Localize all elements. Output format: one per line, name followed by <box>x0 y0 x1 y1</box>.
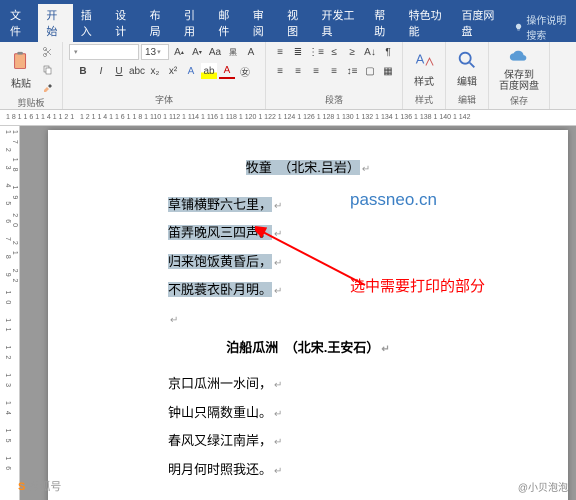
phonetic-button[interactable]: 黑 <box>225 44 241 60</box>
superscript-button[interactable]: x² <box>165 63 181 79</box>
tab-dev[interactable]: 开发工具 <box>314 4 367 42</box>
annotation-url: passneo.cn <box>350 190 437 210</box>
font-size-select[interactable]: 13▾ <box>141 44 169 60</box>
poem1-title[interactable]: 牧童 （北宋.吕岩）↵ <box>148 154 468 183</box>
poem1-line2[interactable]: 笛弄晚风三四声。↵ <box>168 219 468 248</box>
bullets-button[interactable]: ≡ <box>272 44 288 60</box>
tab-review[interactable]: 审阅 <box>245 4 279 42</box>
font-label: 字体 <box>155 93 173 107</box>
group-font: ▾ 13▾ A▴ A▾ Aa 黑 A B I U abc x₂ x² A ab … <box>63 42 266 109</box>
indent-dec-button[interactable]: ≤ <box>326 44 342 60</box>
baidu-group-label: 保存 <box>510 94 528 108</box>
search-placeholder: 操作说明搜索 <box>526 12 576 42</box>
shrink-font-button[interactable]: A▾ <box>189 44 205 60</box>
baidu-save-button[interactable]: 保存到 百度网盘 <box>495 44 543 94</box>
poem2-line1[interactable]: 京口瓜洲一水间，↵ <box>168 370 468 399</box>
enclose-button[interactable]: ㊛ <box>237 63 253 79</box>
clipboard-label: 剪贴板 <box>17 96 44 110</box>
tab-file[interactable]: 文件 <box>0 4 38 42</box>
indent-inc-button[interactable]: ≥ <box>344 44 360 60</box>
poem2-line4[interactable]: 明月何时照我还。↵ <box>168 456 468 485</box>
clear-format-button[interactable]: A <box>243 44 259 60</box>
cloud-icon <box>508 46 530 68</box>
format-painter-button[interactable] <box>40 80 56 96</box>
group-baidu: 保存到 百度网盘 保存 <box>489 42 550 109</box>
styles-group-label: 样式 <box>415 93 433 107</box>
tell-me-search[interactable]: 操作说明搜索 <box>514 12 576 42</box>
workspace: 1 2 3 4 5 6 7 8 9 10 11 12 13 14 15 16 1… <box>0 126 576 500</box>
tab-special[interactable]: 特色功能 <box>401 4 454 42</box>
brush-icon <box>42 82 54 94</box>
editing-button[interactable]: 编辑 <box>452 47 482 90</box>
poem2-title[interactable]: 泊船瓜洲 （北宋.王安石）↵ <box>148 334 468 363</box>
align-left-button[interactable]: ≡ <box>272 63 288 79</box>
blank-line[interactable]: ↵ <box>168 305 468 334</box>
poem1-line3[interactable]: 归来饱饭黄昏后，↵ <box>168 248 468 277</box>
page-area[interactable]: 牧童 （北宋.吕岩）↵ 草铺横野六七里，↵ 笛弄晚风三四声。↵ 归来饱饭黄昏后，… <box>20 126 576 500</box>
poem2-line3[interactable]: 春风又绿江南岸，↵ <box>168 427 468 456</box>
borders-button[interactable]: ▦ <box>380 63 396 79</box>
tab-baidu[interactable]: 百度网盘 <box>453 4 506 42</box>
styles-button[interactable]: A 样式 <box>409 47 439 90</box>
paste-button[interactable]: 粘贴 <box>6 49 36 92</box>
font-family-select[interactable]: ▾ <box>69 44 139 60</box>
marks-button[interactable]: ¶ <box>380 44 396 60</box>
tab-insert[interactable]: 插入 <box>73 4 107 42</box>
horizontal-ruler[interactable]: 1 8 1 1 6 1 1 4 1 1 2 1 1 2 1 1 4 1 1 6 … <box>0 110 576 126</box>
author-watermark: @小贝泡泡 <box>518 479 568 494</box>
tab-layout[interactable]: 布局 <box>142 4 176 42</box>
paste-icon <box>10 51 32 73</box>
cut-button[interactable] <box>40 44 56 60</box>
group-styles: A 样式 样式 <box>403 42 446 109</box>
numbering-button[interactable]: ≣ <box>290 44 306 60</box>
vertical-ruler[interactable]: 1 2 3 4 5 6 7 8 9 10 11 12 13 14 15 16 1… <box>0 126 20 500</box>
line-spacing-button[interactable]: ↕≡ <box>344 63 360 79</box>
poem2-line2[interactable]: 钟山只隔数重山。↵ <box>168 399 468 428</box>
styles-icon: A <box>413 49 435 71</box>
copy-button[interactable] <box>40 62 56 78</box>
ribbon-tabs: 文件 开始 插入 设计 布局 引用 邮件 审阅 视图 开发工具 帮助 特色功能 … <box>0 20 576 42</box>
font-color-button[interactable]: A <box>219 63 235 79</box>
italic-button[interactable]: I <box>93 63 109 79</box>
underline-button[interactable]: U <box>111 63 127 79</box>
font-size-value: 13 <box>145 47 156 58</box>
multilevel-button[interactable]: ⋮≡ <box>308 44 324 60</box>
group-clipboard: 粘贴 剪贴板 <box>0 42 63 109</box>
subscript-button[interactable]: x₂ <box>147 63 163 79</box>
sohu-watermark: S 搜狐号 <box>18 478 61 494</box>
lightbulb-icon <box>514 22 523 33</box>
group-editing: 编辑 编辑 <box>446 42 489 109</box>
text-effects-button[interactable]: A <box>183 63 199 79</box>
annotation-note: 选中需要打印的部分 <box>350 275 485 296</box>
tab-design[interactable]: 设计 <box>107 4 141 42</box>
editing-group-label: 编辑 <box>458 93 476 107</box>
sort-button[interactable]: A↓ <box>362 44 378 60</box>
find-icon <box>456 49 478 71</box>
change-case-button[interactable]: Aa <box>207 44 223 60</box>
shading-button[interactable]: ▢ <box>362 63 378 79</box>
styles-label: 样式 <box>414 73 434 88</box>
paste-label: 粘贴 <box>11 75 31 90</box>
justify-button[interactable]: ≡ <box>326 63 342 79</box>
highlight-button[interactable]: ab <box>201 63 217 79</box>
strike-button[interactable]: abc <box>129 63 145 79</box>
group-paragraph: ≡ ≣ ⋮≡ ≤ ≥ A↓ ¶ ≡ ≡ ≡ ≡ ↕≡ ▢ ▦ 段落 <box>266 42 403 109</box>
tab-help[interactable]: 帮助 <box>366 4 400 42</box>
tab-view[interactable]: 视图 <box>279 4 313 42</box>
editing-label: 编辑 <box>457 73 477 88</box>
paragraph-label: 段落 <box>325 93 343 107</box>
document-page[interactable]: 牧童 （北宋.吕岩）↵ 草铺横野六七里，↵ 笛弄晚风三四声。↵ 归来饱饭黄昏后，… <box>48 130 568 500</box>
ribbon: 粘贴 剪贴板 ▾ 13▾ A▴ A▾ Aa 黑 A B I <box>0 42 576 110</box>
baidu-save-label: 保存到 百度网盘 <box>499 70 539 92</box>
tab-mail[interactable]: 邮件 <box>210 4 244 42</box>
align-center-button[interactable]: ≡ <box>290 63 306 79</box>
tab-references[interactable]: 引用 <box>176 4 210 42</box>
copy-icon <box>42 64 54 76</box>
cut-icon <box>42 46 54 58</box>
bold-button[interactable]: B <box>75 63 91 79</box>
tab-home[interactable]: 开始 <box>38 4 72 42</box>
grow-font-button[interactable]: A▴ <box>171 44 187 60</box>
align-right-button[interactable]: ≡ <box>308 63 324 79</box>
svg-text:A: A <box>416 52 425 67</box>
